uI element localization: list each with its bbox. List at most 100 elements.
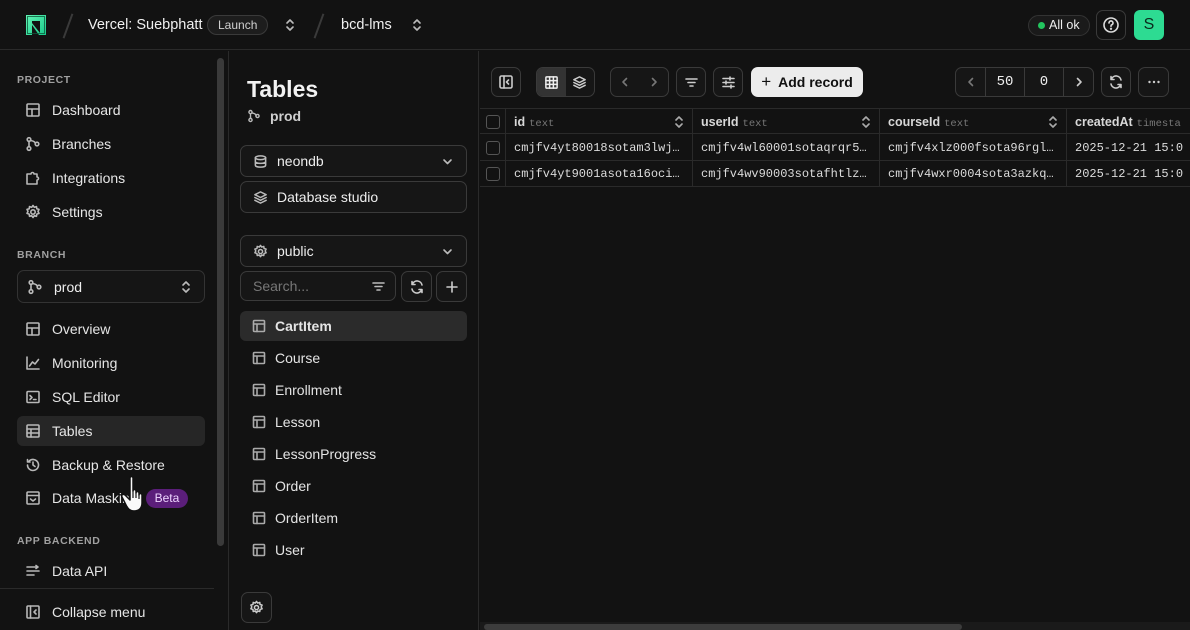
offset-input[interactable]: 0 [1025, 68, 1064, 96]
sidebar-item-settings[interactable]: Settings [17, 197, 205, 227]
status-badge[interactable]: All ok [1028, 15, 1090, 36]
sliders-icon [721, 75, 735, 89]
row-select-cell [480, 135, 506, 161]
columns-button[interactable] [713, 67, 743, 97]
collapse-menu-button[interactable]: Collapse menu [17, 597, 205, 627]
grid-view-button[interactable] [537, 68, 566, 96]
sidebar-item-branches[interactable]: Branches [17, 129, 205, 159]
table-item-label: User [275, 542, 305, 558]
table-row[interactable]: cmjfv4yt80018sotam3lwj… cmjfv4wl60001sot… [480, 135, 1190, 161]
sidebar-item-monitoring[interactable]: Monitoring [17, 348, 205, 378]
column-header-courseid[interactable]: courseId text [880, 109, 1067, 135]
column-header-id[interactable]: id text [506, 109, 693, 135]
database-select[interactable]: neondb [240, 145, 467, 177]
sidebar-item-backup-restore[interactable]: Backup & Restore [17, 450, 205, 480]
column-name: id [514, 115, 526, 129]
toggle-panel-button[interactable] [491, 67, 521, 97]
section-label-app-backend: APP BACKEND [17, 535, 101, 547]
add-record-button[interactable]: + Add record [751, 67, 863, 97]
refresh-data-button[interactable] [1101, 67, 1131, 97]
database-studio-button[interactable]: Database studio [240, 181, 467, 213]
project-name[interactable]: Vercel: Suebphatt [88, 17, 202, 33]
api-icon [26, 564, 40, 576]
sidebar-item-tables[interactable]: Tables [17, 416, 205, 446]
branch-selector[interactable]: prod [17, 270, 205, 303]
table-item-lesson[interactable]: Lesson [240, 407, 467, 437]
sidebar-item-data-masking[interactable]: Data Masking Beta [17, 483, 205, 513]
table-item-label: Course [275, 350, 321, 366]
table-item-lessonprogress[interactable]: LessonProgress [240, 439, 467, 469]
table-item-order[interactable]: Order [240, 471, 467, 501]
sort-icon[interactable] [861, 115, 871, 129]
terminal-icon [26, 390, 40, 404]
chevron-right-icon [651, 77, 657, 87]
current-branch-label: prod [270, 108, 302, 124]
section-label-branch: BRANCH [17, 249, 67, 261]
puzzle-icon [26, 171, 40, 185]
select-all-checkbox[interactable] [486, 115, 500, 129]
cell-id[interactable]: cmjfv4yt80018sotam3lwj… [506, 135, 693, 161]
row-checkbox[interactable] [486, 141, 500, 155]
column-header-createdat[interactable]: createdAt timesta [1067, 109, 1190, 135]
next-page-button[interactable] [1064, 68, 1093, 96]
help-button[interactable] [1096, 10, 1126, 40]
forward-button[interactable] [640, 68, 669, 96]
project-switcher-chevron-icon[interactable] [284, 16, 296, 34]
avatar[interactable]: S [1134, 10, 1164, 40]
table-item-label: Lesson [275, 414, 321, 430]
branch-switcher-chevron-icon[interactable] [411, 16, 423, 34]
sidebar-item-integrations[interactable]: Integrations [17, 163, 205, 193]
table-item-user[interactable]: User [240, 535, 467, 565]
filter-button[interactable] [676, 67, 706, 97]
column-header-userid[interactable]: userId text [693, 109, 880, 135]
status-text: All ok [1049, 18, 1080, 32]
neon-logo-icon[interactable] [23, 12, 49, 38]
cell-id[interactable]: cmjfv4yt9001asota16oci… [506, 161, 693, 187]
row-checkbox[interactable] [486, 167, 500, 181]
help-icon [1103, 17, 1119, 33]
sidebar-item-label: Settings [52, 204, 103, 220]
sidebar-item-dashboard[interactable]: Dashboard [17, 95, 205, 125]
sidebar-item-label: Integrations [52, 170, 126, 186]
cell-createdat[interactable]: 2025-12-21 15:0 [1067, 161, 1190, 187]
cell-courseid[interactable]: cmjfv4wxr0004sota3azkq… [880, 161, 1067, 187]
filter-icon[interactable] [371, 279, 386, 294]
database-studio-label: Database studio [277, 189, 379, 205]
horizontal-scrollbar-thumb[interactable] [484, 624, 962, 630]
add-table-button[interactable] [436, 271, 467, 302]
cell-courseid[interactable]: cmjfv4xlz000fsota96rgl… [880, 135, 1067, 161]
schema-icon [254, 244, 267, 257]
cell-userid[interactable]: cmjfv4wl60001sotaqrqr5… [693, 135, 880, 161]
table-row[interactable]: cmjfv4yt9001asota16oci… cmjfv4wv90003sot… [480, 161, 1190, 187]
sidebar-scrollbar[interactable] [217, 58, 224, 546]
plus-icon [445, 280, 458, 293]
page-size-input[interactable]: 50 [986, 68, 1025, 96]
schema-view-button[interactable] [566, 68, 595, 96]
cell-createdat[interactable]: 2025-12-21 15:0 [1067, 135, 1190, 161]
sort-icon[interactable] [1048, 115, 1058, 129]
page-size-value: 50 [996, 74, 1014, 90]
back-button[interactable] [611, 68, 640, 96]
more-options-button[interactable] [1138, 67, 1169, 97]
column-type: text [742, 118, 768, 130]
table-icon [252, 543, 266, 557]
cell-userid[interactable]: cmjfv4wv90003sotafhtlz… [693, 161, 880, 187]
prev-page-button[interactable] [956, 68, 986, 96]
refresh-tables-button[interactable] [401, 271, 432, 302]
sort-icon[interactable] [674, 115, 684, 129]
search-input[interactable] [241, 272, 371, 300]
panel-settings-button[interactable] [241, 592, 272, 623]
refresh-icon [1110, 75, 1122, 89]
sidebar-item-overview[interactable]: Overview [17, 314, 205, 344]
branch-name[interactable]: bcd-lms [341, 17, 392, 33]
schema-select[interactable]: public [240, 235, 467, 267]
table-item-course[interactable]: Course [240, 343, 467, 373]
branch-icon [248, 109, 260, 123]
table-item-orderitem[interactable]: OrderItem [240, 503, 467, 533]
table-item-cartitem[interactable]: CartItem [240, 311, 467, 341]
chevron-down-icon [443, 249, 452, 255]
table-item-enrollment[interactable]: Enrollment [240, 375, 467, 405]
sidebar-item-sql-editor[interactable]: SQL Editor [17, 382, 205, 412]
sidebar-item-data-api[interactable]: Data API [17, 556, 205, 586]
dashboard-icon [26, 103, 40, 117]
